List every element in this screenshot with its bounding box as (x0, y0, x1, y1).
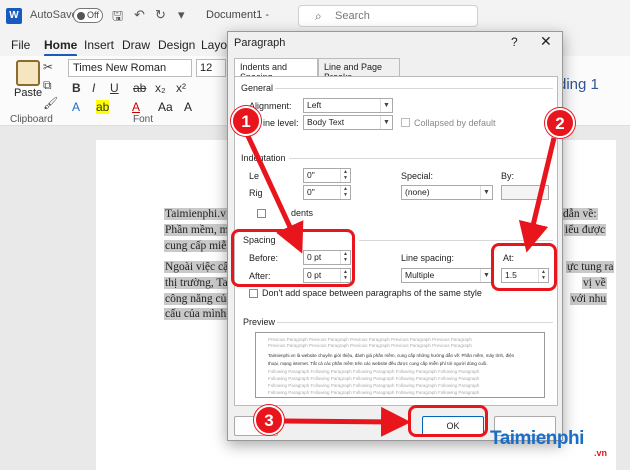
arrow-to-ok (283, 406, 411, 437)
watermark-brand: Taimienphi (490, 428, 584, 449)
watermark-suffix: .vn (594, 448, 608, 458)
step-1-badge: 1 (231, 106, 261, 136)
step-3-badge: 3 (254, 405, 284, 435)
arrow-to-spacing (245, 134, 304, 254)
arrow-to-at (518, 137, 557, 253)
annotation-arrows (245, 134, 557, 437)
taimienphi-watermark: Taimienphi .vn (490, 428, 607, 458)
step-2-badge: 2 (545, 108, 575, 138)
